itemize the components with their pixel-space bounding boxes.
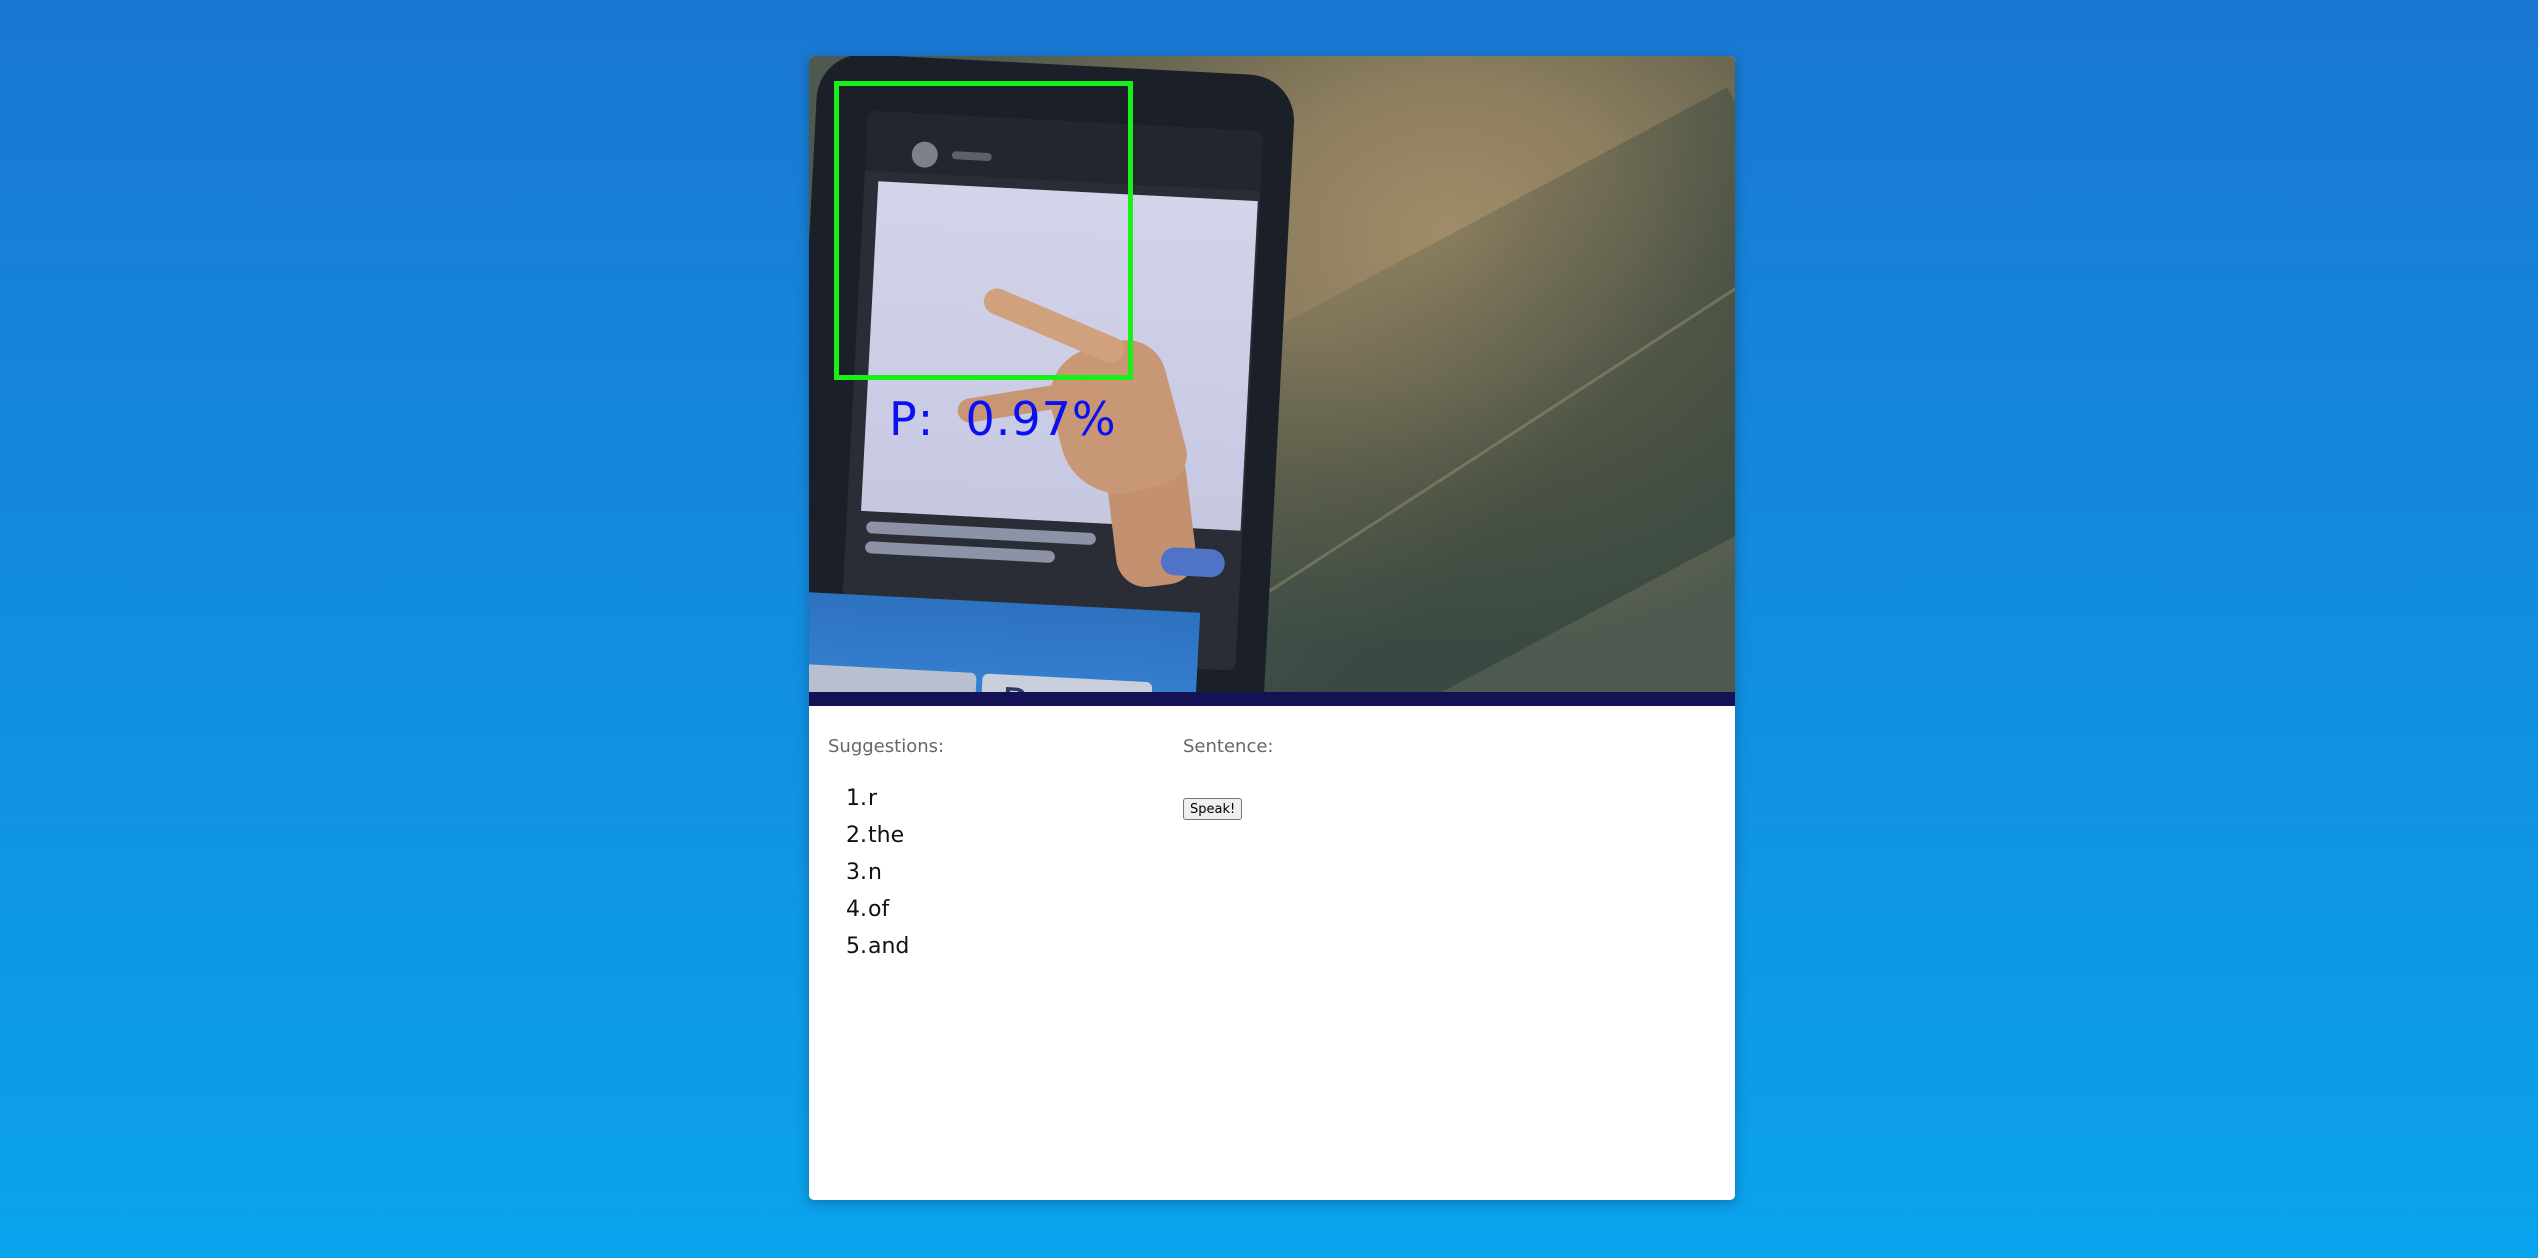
suggestion-word: of bbox=[868, 897, 890, 922]
phone-key-letter: P bbox=[1000, 678, 1028, 692]
main-card: P P: 0.97% Suggestions: 1.r 2.the 3.n 4.… bbox=[809, 56, 1735, 1200]
suggestion-number: 4. bbox=[846, 897, 867, 922]
video-divider bbox=[809, 692, 1735, 706]
suggestion-word: the bbox=[868, 823, 905, 848]
suggestion-item[interactable]: 5.and bbox=[846, 928, 909, 965]
suggestion-word: r bbox=[868, 786, 878, 811]
sentence-label: Sentence: bbox=[1183, 736, 1274, 757]
suggestions-label: Suggestions: bbox=[828, 736, 945, 757]
phone-caption-line bbox=[864, 541, 1056, 564]
suggestion-item[interactable]: 4.of bbox=[846, 891, 909, 928]
suggestion-number: 2. bbox=[846, 823, 867, 848]
suggestion-item[interactable]: 1.r bbox=[846, 780, 909, 817]
suggestion-word: and bbox=[868, 934, 910, 959]
suggestion-item[interactable]: 2.the bbox=[846, 817, 909, 854]
phone-visit-button bbox=[1160, 546, 1226, 578]
suggestion-number: 5. bbox=[846, 934, 867, 959]
speak-button[interactable]: Speak! bbox=[1183, 798, 1243, 820]
phone-key: P bbox=[979, 673, 1153, 692]
camera-feed: P P: 0.97% bbox=[809, 56, 1735, 692]
suggestion-number: 3. bbox=[846, 860, 867, 885]
phone-caption-line bbox=[865, 521, 1097, 546]
prediction-label: P: 0.97% bbox=[889, 392, 1117, 446]
suggestion-number: 1. bbox=[846, 786, 867, 811]
suggestion-word: n bbox=[868, 860, 882, 885]
suggestion-list: 1.r 2.the 3.n 4.of 5.and bbox=[846, 780, 909, 965]
suggestion-item[interactable]: 3.n bbox=[846, 854, 909, 891]
hand-detection-box bbox=[834, 81, 1133, 380]
phone-key bbox=[809, 663, 977, 692]
